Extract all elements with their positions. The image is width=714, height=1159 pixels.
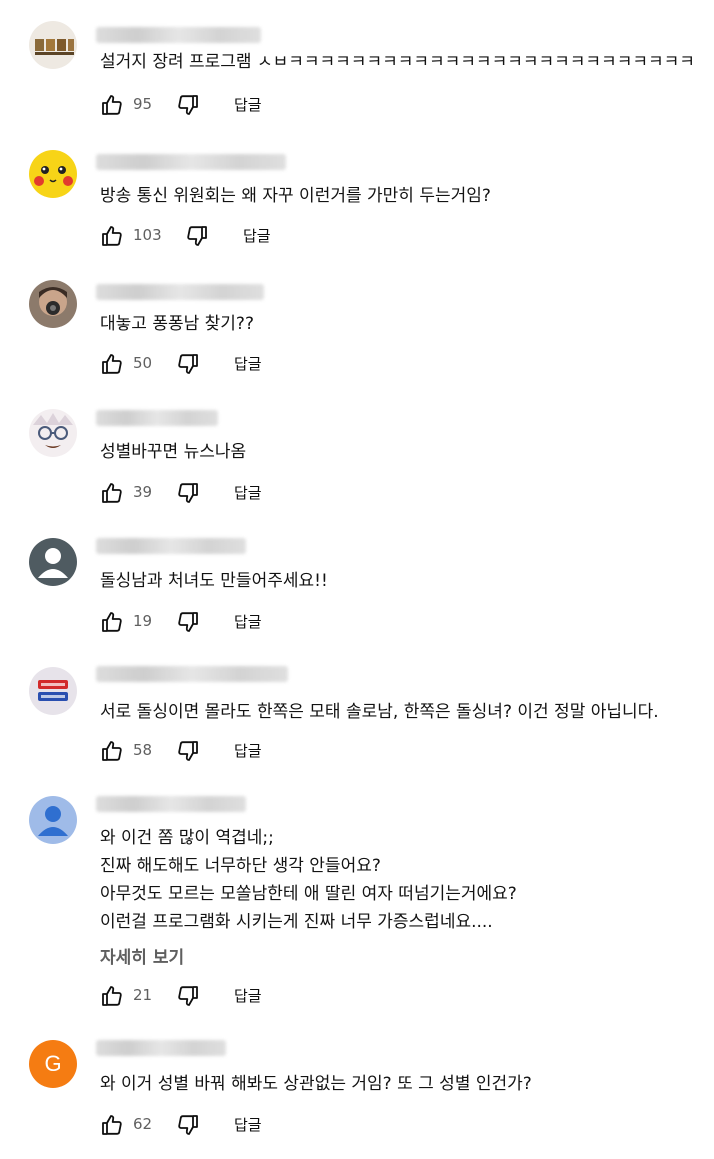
like-count: 50 [133, 354, 153, 372]
comment-actions: 39 답글 [100, 481, 320, 511]
comment-text-line: 와 이건 쫌 많이 역겹네;; [100, 828, 274, 848]
avatar[interactable] [29, 280, 77, 328]
avatar[interactable] [29, 796, 77, 844]
comment-actions: 62 답글 [100, 1113, 320, 1143]
avatar[interactable] [29, 150, 77, 198]
like-count: 62 [133, 1115, 153, 1133]
reply-button[interactable]: 답글 [234, 1114, 262, 1135]
username-blurred[interactable] [96, 1040, 226, 1056]
thumbs-up-icon[interactable] [100, 739, 124, 763]
comment-text: 성별바꾸면 뉴스나옴 [100, 442, 247, 462]
like-count: 58 [133, 741, 153, 759]
avatar[interactable]: G [29, 1040, 77, 1088]
username-blurred[interactable] [96, 410, 218, 426]
like-count: 95 [133, 95, 153, 113]
thumbs-up-icon[interactable] [100, 93, 124, 117]
comment-actions: 19 답글 [100, 610, 320, 640]
comment-actions: 50 답글 [100, 352, 320, 382]
reply-button[interactable]: 답글 [234, 985, 262, 1006]
comment-actions: 103 답글 [100, 224, 320, 254]
comment-text-line: 진짜 해도해도 너무하단 생각 안들어요? [100, 856, 381, 876]
thumbs-down-icon[interactable] [176, 610, 200, 634]
reply-button[interactable]: 답글 [234, 353, 262, 374]
username-blurred[interactable] [96, 27, 261, 43]
username-blurred[interactable] [96, 284, 264, 300]
like-count: 39 [133, 483, 153, 501]
comment-text: 서로 돌싱이면 몰라도 한쪽은 모태 솔로남, 한쪽은 돌싱녀? 이건 정말 아… [100, 702, 659, 722]
reply-button[interactable]: 답글 [234, 611, 262, 632]
like-count: 103 [133, 226, 162, 244]
reply-button[interactable]: 답글 [234, 740, 262, 761]
avatar-letter: G [44, 1051, 62, 1076]
avatar[interactable] [29, 538, 77, 586]
username-blurred[interactable] [96, 538, 246, 554]
reply-button[interactable]: 답글 [243, 225, 271, 246]
username-blurred[interactable] [96, 796, 246, 812]
thumbs-down-icon[interactable] [176, 481, 200, 505]
comment-text: 대놓고 퐁퐁남 찾기?? [100, 314, 254, 334]
thumbs-up-icon[interactable] [100, 984, 124, 1008]
comment-text-line: 이런걸 프로그램화 시키는게 진짜 너무 가증스럽네요.... [100, 912, 493, 932]
thumbs-down-icon[interactable] [176, 352, 200, 376]
thumbs-down-icon[interactable] [176, 739, 200, 763]
thumbs-down-icon[interactable] [176, 1113, 200, 1137]
reply-button[interactable]: 답글 [234, 482, 262, 503]
thumbs-up-icon[interactable] [100, 610, 124, 634]
thumbs-up-icon[interactable] [100, 1113, 124, 1137]
comment-actions: 95 답글 [100, 93, 320, 123]
comment-actions: 58 답글 [100, 739, 320, 769]
avatar[interactable] [29, 21, 77, 69]
comment-text-line: 아무것도 모르는 모쏠남한테 애 딸린 여자 떠넘기는거에요? [100, 884, 517, 904]
avatar[interactable] [29, 667, 77, 715]
thumbs-up-icon[interactable] [100, 352, 124, 376]
thumbs-down-icon[interactable] [176, 93, 200, 117]
thumbs-up-icon[interactable] [100, 481, 124, 505]
username-blurred[interactable] [96, 154, 286, 170]
username-blurred[interactable] [96, 666, 288, 682]
like-count: 21 [133, 986, 153, 1004]
like-count: 19 [133, 612, 153, 630]
thumbs-down-icon[interactable] [185, 224, 209, 248]
comment-actions: 21 답글 [100, 984, 320, 1014]
read-more-link[interactable]: 자세히 보기 [100, 943, 184, 968]
reply-button[interactable]: 답글 [234, 94, 262, 115]
avatar[interactable] [29, 409, 77, 457]
thumbs-down-icon[interactable] [176, 984, 200, 1008]
comment-text: 와 이거 성별 바꿔 해봐도 상관없는 거임? 또 그 성별 인건가? [100, 1074, 532, 1094]
thumbs-up-icon[interactable] [100, 224, 124, 248]
comment-text: 돌싱남과 처녀도 만들어주세요!! [100, 571, 328, 591]
comment-text: 방송 통신 위원회는 왜 자꾸 이런거를 가만히 두는거임? [100, 186, 491, 206]
comment-text: 설거지 장려 프로그램 ㅅㅂㅋㅋㅋㅋㅋㅋㅋㅋㅋㅋㅋㅋㅋㅋㅋㅋㅋㅋㅋㅋㅋㅋㅋㅋㅋㅋ [100, 52, 695, 72]
